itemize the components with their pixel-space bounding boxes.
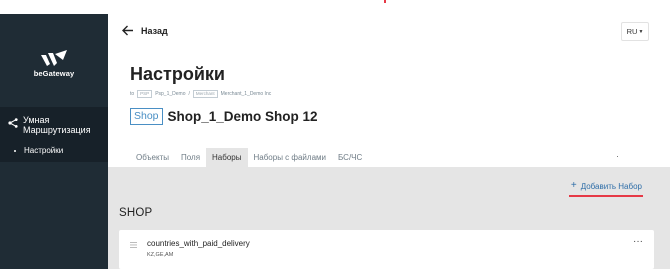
back-button[interactable]: Назад [122, 25, 168, 36]
breadcrumb-link-psp[interactable]: Psp_1_Demo [155, 91, 185, 97]
tab-objects[interactable]: Объекты [130, 148, 175, 167]
breadcrumb-separator: / [188, 91, 190, 97]
tab-bar-marker [617, 156, 618, 157]
chevron-down-icon: ▼ [638, 28, 644, 35]
logo[interactable]: beGateway [0, 50, 108, 78]
tab-bs-chs[interactable]: БС/ЧС [332, 148, 368, 167]
add-set-button[interactable]: + Добавить Набор [571, 181, 642, 191]
sidebar: beGateway Умная Маршрутизация Настройки [0, 14, 108, 269]
tabs: Объекты Поля Наборы Наборы с файлами БС/… [130, 148, 368, 167]
drag-handle-icon[interactable] [130, 242, 137, 248]
sidebar-nav: Умная Маршрутизация Настройки [0, 107, 108, 162]
breadcrumb: to PSP Psp_1_Demo / Merchant Merchant_1_… [130, 90, 271, 98]
add-set-underline [569, 195, 643, 197]
breadcrumb-link-merchant[interactable]: Merchant_1_Demo Inc [221, 91, 272, 97]
app-page: beGateway Умная Маршрутизация Настройки [0, 0, 670, 269]
list-item[interactable]: countries_with_paid_delivery KZ,GE,AM ··… [119, 230, 654, 269]
tab-sets-with-files[interactable]: Наборы с файлами [248, 148, 333, 167]
plus-icon: + [570, 180, 577, 191]
breadcrumb-tag-merchant: Merchant [192, 90, 218, 98]
more-options-icon[interactable]: ··· [633, 236, 643, 247]
top-strip [0, 0, 670, 14]
language-value: RU [626, 27, 638, 36]
top-indicator [384, 0, 386, 3]
set-values: KZ,GE,AM [147, 252, 174, 258]
main-content: Назад RU ▼ Настройки to PSP Psp_1_Demo /… [108, 14, 670, 269]
shop-name: Shop_1_Demo Shop 12 [167, 109, 318, 124]
back-label: Назад [141, 25, 168, 36]
section-title: SHOP [119, 207, 153, 219]
arrow-left-icon [122, 25, 133, 36]
shop-badge: Shop [130, 108, 163, 125]
breadcrumb-tag-psp: PSP [137, 90, 153, 98]
tab-fields[interactable]: Поля [175, 148, 206, 167]
tab-sets[interactable]: Наборы [206, 148, 248, 167]
logo-mark-icon [41, 50, 67, 66]
language-select[interactable]: RU ▼ [621, 22, 649, 41]
breadcrumb-prefix: to [130, 91, 135, 97]
sidebar-item-label: Умная Маршрутизация [23, 115, 91, 135]
share-icon [8, 118, 18, 128]
page-title: Настройки [130, 64, 225, 84]
add-set-label: Добавить Набор [580, 181, 642, 191]
set-name: countries_with_paid_delivery [147, 239, 250, 248]
sidebar-item-smart-routing[interactable]: Умная Маршрутизация [8, 115, 95, 135]
sets-panel: + Добавить Набор SHOP countries_with_pai… [108, 167, 670, 269]
bullet-icon [14, 149, 16, 152]
shop-header: Shop Shop_1_Demo Shop 12 [130, 108, 318, 125]
sidebar-item-settings[interactable]: Настройки [14, 146, 63, 155]
sidebar-item-label: Настройки [24, 146, 64, 155]
logo-text: beGateway [33, 69, 75, 78]
